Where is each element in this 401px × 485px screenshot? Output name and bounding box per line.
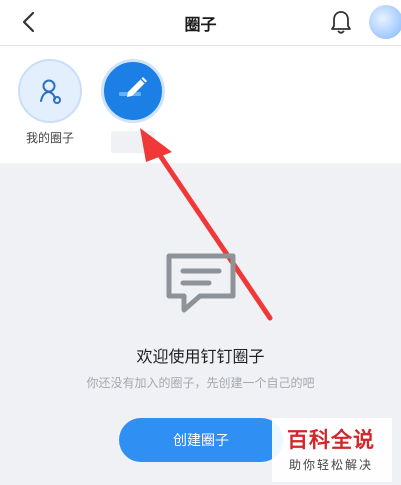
my-circle-item[interactable]: 我的圈子 [15, 59, 85, 146]
top-nav-bar: 圈子 [0, 0, 401, 46]
bell-icon[interactable] [329, 9, 353, 35]
create-circle-button[interactable]: 创建圈子 [119, 418, 283, 462]
create-circle-item[interactable] [98, 59, 168, 153]
watermark-logo: 百科全说 助你轻松解决 [272, 418, 392, 482]
pencil-icon [119, 77, 147, 97]
my-circle-avatar[interactable] [18, 59, 82, 123]
create-circle-avatar[interactable] [101, 59, 165, 123]
circle-name-placeholder [111, 131, 155, 153]
empty-state-title: 欢迎使用钉钉圈子 [136, 347, 265, 366]
message-icon [166, 253, 236, 313]
people-icon [40, 79, 61, 104]
empty-state-hint: 你还没有加入的圈子，先创建一个自己的吧 [86, 376, 315, 390]
my-circle-label: 我的圈子 [25, 131, 74, 145]
watermark-title: 百科全说 [287, 428, 375, 452]
avatar[interactable] [369, 5, 401, 39]
circle-list: 我的圈子 [0, 46, 401, 163]
watermark-subtitle: 助你轻松解决 [288, 458, 373, 472]
